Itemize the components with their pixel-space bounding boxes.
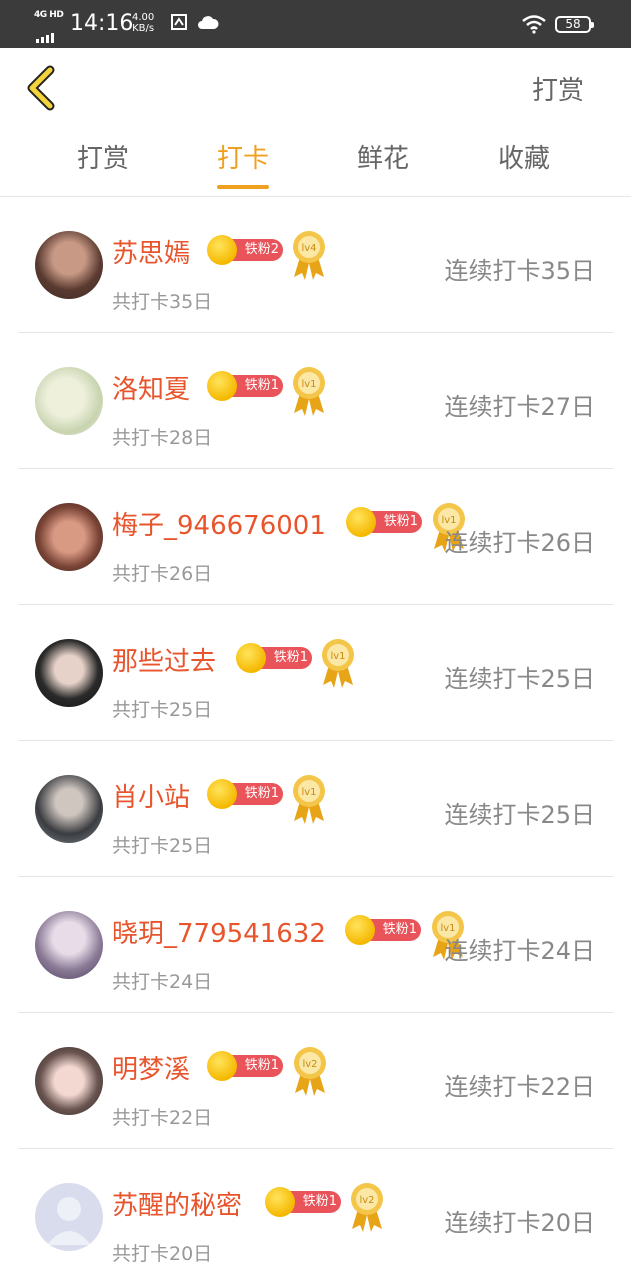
list-item[interactable]: 那些过去 铁粉1 lv1 共打卡25日 连续打卡25日 [0,605,631,741]
crown-icon [236,643,266,673]
streak-checkins: 连续打卡25日 [444,665,595,693]
tab-checkin[interactable]: 打卡 [217,138,270,189]
total-checkins: 共打卡25日 [112,835,213,857]
status-bar: 4G HD 14:16 4.00 KB/s 58 [0,0,631,48]
signal-icon: 4G HD [34,10,64,43]
streak-checkins: 连续打卡22日 [444,1073,595,1101]
user-name[interactable]: 肖小站 [112,777,190,814]
list-item[interactable]: 明梦溪 铁粉1 lv2 共打卡22日 连续打卡22日 [0,1013,631,1149]
cloud-icon [197,13,219,36]
level-medal-icon: lv1 [293,775,325,824]
streak-checkins: 连续打卡24日 [444,937,595,965]
streak-checkins: 连续打卡35日 [444,257,595,285]
speed-unit: KB/s [132,23,155,34]
level-text: lv4 [301,243,316,254]
avatar[interactable] [35,911,103,979]
default-avatar-icon [47,1197,91,1245]
wifi-icon [521,14,547,38]
total-checkins: 共打卡24日 [112,971,213,993]
crown-icon [346,507,376,537]
avatar[interactable] [35,775,103,843]
tab-favorites[interactable]: 收藏 [498,138,550,175]
user-name[interactable]: 洛知夏 [112,369,190,406]
crown-icon [265,1187,295,1217]
crown-icon [207,371,237,401]
streak-checkins: 连续打卡26日 [444,529,595,557]
user-name[interactable]: 梅子_946676001 [112,505,326,542]
level-medal-icon: lv2 [294,1047,326,1096]
streak-checkins: 连续打卡20日 [444,1209,595,1237]
list-item[interactable]: 苏醒的秘密 铁粉1 lv2 共打卡20日 连续打卡20日 [0,1149,631,1285]
network-speed: 4.00 KB/s [132,12,154,34]
total-checkins: 共打卡26日 [112,563,213,585]
user-name[interactable]: 苏思嫣 [112,233,190,270]
level-medal-icon: lv4 [293,231,325,280]
user-name[interactable]: 明梦溪 [112,1049,190,1086]
list-item[interactable]: 洛知夏 铁粉1 lv1 共打卡28日 连续打卡27日 [0,333,631,469]
total-checkins: 共打卡28日 [112,427,213,449]
chevron-left-icon [27,65,55,111]
header: 打赏 [0,48,631,128]
total-checkins: 共打卡20日 [112,1243,213,1265]
level-medal-icon: lv1 [322,639,354,688]
total-checkins: 共打卡35日 [112,291,213,313]
user-name[interactable]: 苏醒的秘密 [112,1185,242,1222]
tab-bar: 打赏 打卡 鲜花 收藏 [0,128,631,197]
user-name[interactable]: 那些过去 [112,641,216,678]
list-item[interactable]: 晓玥_779541632 铁粉1 lv1 共打卡24日 连续打卡24日 [0,877,631,1013]
tab-reward[interactable]: 打赏 [77,138,129,175]
level-medal-icon: lv1 [293,367,325,416]
streak-checkins: 连续打卡27日 [444,393,595,421]
avatar[interactable] [35,503,103,571]
user-name[interactable]: 晓玥_779541632 [112,913,326,950]
crown-icon [207,1051,237,1081]
level-text: lv2 [359,1195,374,1206]
avatar[interactable] [35,639,103,707]
crown-icon [345,915,375,945]
avatar[interactable] [35,367,103,435]
level-text: lv1 [301,787,316,798]
checkin-list: 苏思嫣 铁粉2 lv4 共打卡35日 连续打卡35日 洛知夏 铁粉1 lv1 共… [0,197,631,1285]
battery-icon: 58 [555,16,594,33]
notification-icon [170,13,188,36]
avatar[interactable] [35,231,103,299]
level-text: lv2 [302,1059,317,1070]
total-checkins: 共打卡25日 [112,699,213,721]
level-text: lv1 [301,379,316,390]
speed-value: 4.00 [132,12,155,23]
list-item[interactable]: 肖小站 铁粉1 lv1 共打卡25日 连续打卡25日 [0,741,631,877]
tab-flowers[interactable]: 鲜花 [357,138,409,175]
avatar[interactable] [35,1047,103,1115]
tab-active-indicator [217,185,270,189]
avatar[interactable] [35,1183,103,1251]
level-text: lv1 [330,651,345,662]
streak-checkins: 连续打卡25日 [444,801,595,829]
crown-icon [207,235,237,265]
tab-checkin-label: 打卡 [217,144,270,174]
list-item[interactable]: 苏思嫣 铁粉2 lv4 共打卡35日 连续打卡35日 [0,197,631,333]
clock: 14:16 [70,11,134,36]
reward-button[interactable]: 打赏 [532,70,584,107]
level-medal-icon: lv2 [351,1183,383,1232]
total-checkins: 共打卡22日 [112,1107,213,1129]
crown-icon [207,779,237,809]
network-type: 4G HD [34,10,64,20]
back-button[interactable] [22,64,62,112]
list-item[interactable]: 梅子_946676001 铁粉1 lv1 共打卡26日 连续打卡26日 [0,469,631,605]
